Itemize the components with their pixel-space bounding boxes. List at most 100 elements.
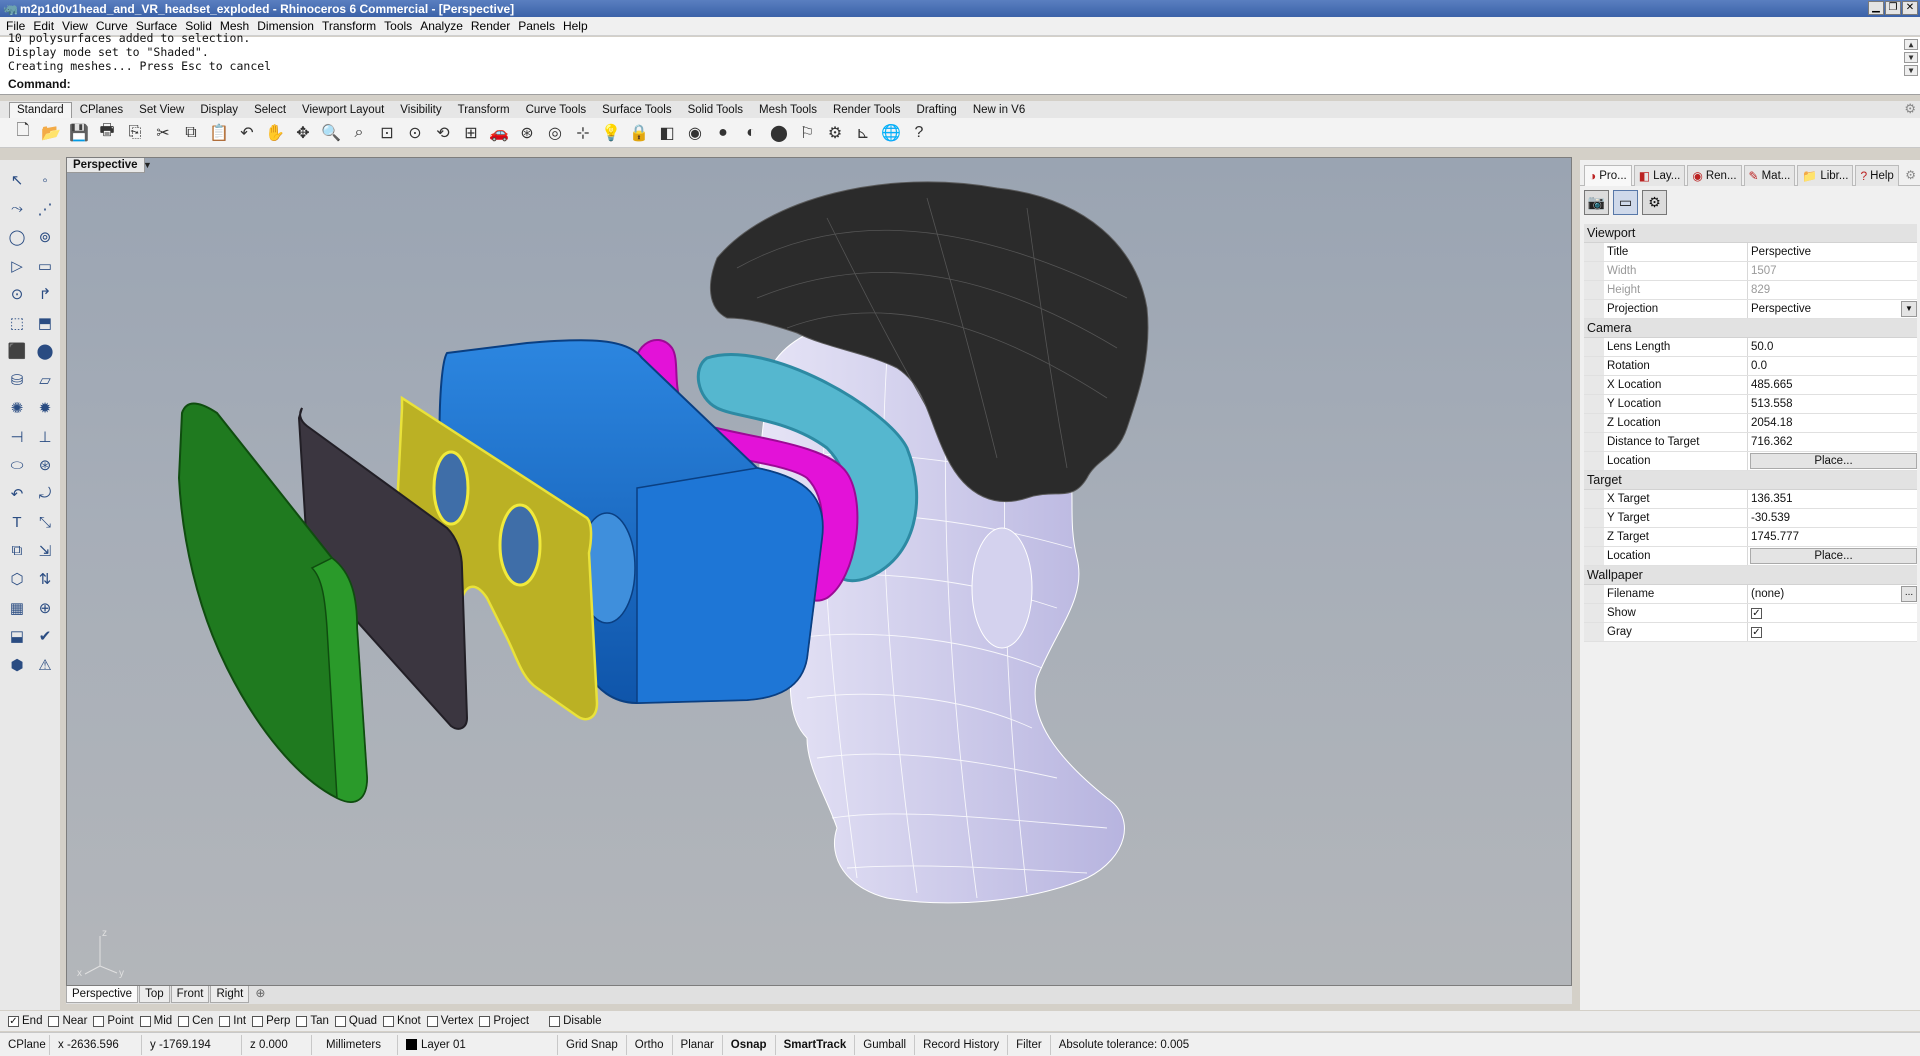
globe-icon[interactable]: 🌐 — [878, 120, 904, 146]
display-settings-icon[interactable]: ⚙ — [1642, 190, 1667, 215]
wallpaper-filename-value[interactable]: (none) ... — [1748, 585, 1917, 603]
osnap-disable[interactable]: Disable — [549, 1015, 601, 1027]
smarttrack-toggle[interactable]: SmartTrack — [776, 1034, 856, 1055]
property-value-x-location[interactable]: 485.665 — [1748, 376, 1917, 394]
property-value-location[interactable]: Place... — [1748, 547, 1917, 565]
left-tool-icon[interactable]: ⬒ — [32, 310, 58, 336]
tab-standard[interactable]: Standard — [9, 102, 72, 118]
left-tool-icon[interactable]: ⬛ — [4, 338, 30, 364]
camera-icon[interactable]: ⊛ — [514, 120, 540, 146]
save-icon[interactable]: 💾 — [66, 120, 92, 146]
tab-mesh-tools[interactable]: Mesh Tools — [751, 102, 825, 118]
left-tool-icon[interactable]: ⊕ — [32, 595, 58, 621]
place-button[interactable]: Place... — [1750, 548, 1917, 564]
snap-icon[interactable]: ⊹ — [570, 120, 596, 146]
open-file-icon[interactable]: 📂 — [38, 120, 64, 146]
tab-cplanes[interactable]: CPlanes — [72, 102, 131, 118]
left-tool-icon[interactable]: ⋰ — [32, 196, 58, 222]
tab-set-view[interactable]: Set View — [131, 102, 192, 118]
filter-toggle[interactable]: Filter — [1008, 1034, 1051, 1055]
osnap-checkbox[interactable] — [383, 1015, 395, 1027]
undo-icon[interactable]: ↶ — [234, 120, 260, 146]
tab-display[interactable]: Display — [192, 102, 246, 118]
command-scrollbar[interactable]: ▲ ▼ ▼ — [1904, 39, 1918, 91]
add-viewport-tab-icon[interactable]: ⊕ — [250, 986, 270, 1004]
left-tool-icon[interactable]: ⬚ — [4, 310, 30, 336]
viewport-tab-front[interactable]: Front — [170, 986, 210, 1003]
tab-options-gear-icon[interactable]: ⚙ — [1904, 101, 1916, 117]
left-tool-icon[interactable]: ↱ — [32, 281, 58, 307]
osnap-checkbox[interactable] — [178, 1015, 190, 1027]
osnap-checkbox[interactable]: ✓ — [8, 1015, 19, 1027]
close-button[interactable]: ✕ — [1902, 1, 1918, 15]
tab-solid-tools[interactable]: Solid Tools — [680, 102, 751, 118]
left-tool-icon[interactable]: ↶ — [4, 481, 30, 507]
perspective-viewport[interactable]: Perspective ▼ z x y — [66, 157, 1572, 986]
viewport-tab-right[interactable]: Right — [210, 986, 250, 1003]
restore-button[interactable]: ❐ — [1885, 1, 1901, 15]
layer-icon[interactable]: ◧ — [654, 120, 680, 146]
options-gear-icon[interactable]: ⚙ — [822, 120, 848, 146]
light-bulb-icon[interactable]: 💡 — [598, 120, 624, 146]
new-file-icon[interactable]: 🗋 — [10, 120, 36, 146]
rotate-view-icon[interactable]: ✥ — [290, 120, 316, 146]
print-icon[interactable]: 🖶 — [94, 120, 120, 146]
left-tool-icon[interactable]: ↖ — [4, 167, 30, 193]
left-tool-icon[interactable]: ⊣ — [4, 424, 30, 450]
place-button[interactable]: Place... — [1750, 453, 1917, 469]
panel-tab-ren[interactable]: ◉ Ren... — [1687, 165, 1742, 186]
section-camera[interactable]: Camera — [1584, 319, 1917, 338]
osnap-checkbox[interactable] — [334, 1015, 346, 1027]
property-value-location[interactable]: Place... — [1748, 452, 1917, 470]
tab-surface-tools[interactable]: Surface Tools — [594, 102, 679, 118]
left-tool-icon[interactable]: ⇅ — [32, 566, 58, 592]
panel-tab-lay[interactable]: ◧ Lay... — [1633, 165, 1686, 186]
scroll-down-arrow-icon[interactable]: ▼ — [1904, 52, 1918, 63]
pan-hand-icon[interactable]: ✋ — [262, 120, 288, 146]
tab-drafting[interactable]: Drafting — [909, 102, 965, 118]
osnap-checkbox[interactable] — [139, 1015, 151, 1027]
tab-select[interactable]: Select — [246, 102, 294, 118]
property-value-y-location[interactable]: 513.558 — [1748, 395, 1917, 413]
panel-tab-pro[interactable]: ◑ Pro... — [1584, 165, 1632, 186]
osnap-near[interactable]: Near — [48, 1015, 87, 1027]
help-icon[interactable]: ? — [906, 120, 932, 146]
scroll-up-arrow-icon[interactable]: ▲ — [1904, 39, 1918, 50]
osnap-checkbox[interactable] — [219, 1015, 231, 1027]
property-value-z-location[interactable]: 2054.18 — [1748, 414, 1917, 432]
viewport-tab-top[interactable]: Top — [139, 986, 170, 1003]
zoom-extents-icon[interactable]: ⊡ — [374, 120, 400, 146]
osnap-quad[interactable]: Quad — [334, 1015, 377, 1027]
left-tool-icon[interactable]: ✺ — [4, 395, 30, 421]
viewport-layout-icon[interactable]: ⊞ — [458, 120, 484, 146]
import-icon[interactable]: ⎘ — [122, 120, 148, 146]
viewport-tab-perspective[interactable]: Perspective — [66, 986, 139, 1003]
left-tool-icon[interactable]: ⬢ — [4, 652, 30, 678]
gumball-toggle[interactable]: Gumball — [855, 1034, 916, 1055]
paste-icon[interactable]: 📋 — [206, 120, 232, 146]
left-tool-icon[interactable]: ⬡ — [4, 566, 30, 592]
shaded-sphere-icon[interactable]: ● — [710, 120, 736, 146]
viewport-scene[interactable] — [67, 158, 1572, 986]
osnap-checkbox[interactable] — [549, 1015, 561, 1027]
dimension-icon[interactable]: ⊾ — [850, 120, 876, 146]
left-tool-icon[interactable]: ⛁ — [4, 367, 30, 393]
viewport-title-label[interactable]: Perspective — [67, 158, 145, 173]
tab-render-tools[interactable]: Render Tools — [825, 102, 909, 118]
tab-visibility[interactable]: Visibility — [392, 102, 449, 118]
section-wallpaper[interactable]: Wallpaper — [1584, 566, 1917, 585]
osnap-int[interactable]: Int — [219, 1015, 246, 1027]
osnap-checkbox[interactable] — [426, 1015, 438, 1027]
ortho-toggle[interactable]: Ortho — [627, 1034, 673, 1055]
property-value-distance-to-target[interactable]: 716.362 — [1748, 433, 1917, 451]
osnap-knot[interactable]: Knot — [383, 1015, 421, 1027]
left-tool-icon[interactable]: ⊙ — [4, 281, 30, 307]
left-tool-icon[interactable]: ⇲ — [32, 538, 58, 564]
left-tool-icon[interactable]: ⊛ — [32, 452, 58, 478]
car-icon[interactable]: 🚗 — [486, 120, 512, 146]
osnap-checkbox[interactable] — [252, 1015, 264, 1027]
panel-tab-mat[interactable]: ✎ Mat... — [1743, 165, 1796, 186]
left-tool-icon[interactable]: ⬭ — [4, 452, 30, 478]
tab-transform[interactable]: Transform — [450, 102, 518, 118]
left-tool-icon[interactable]: ✔ — [32, 623, 58, 649]
